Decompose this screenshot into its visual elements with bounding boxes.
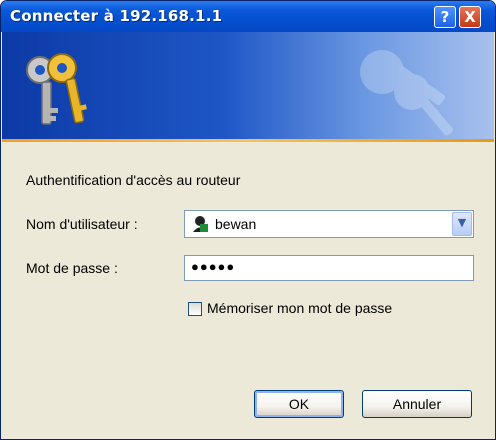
close-icon: X [464,8,476,26]
ok-button[interactable]: OK [254,390,344,418]
window-title: Connecter à 192.168.1.1 [10,7,223,25]
password-value: ●●●●● [191,259,236,274]
username-dropdown-button[interactable]: ▼ [452,212,472,236]
remember-password-checkbox[interactable] [188,302,202,316]
user-icon [193,216,208,232]
close-button[interactable]: X [459,6,481,28]
login-dialog: Connecter à 192.168.1.1 ? X Authentifica… [0,0,496,440]
password-field[interactable]: ●●●●● [184,255,474,281]
username-value: bewan [215,216,257,232]
keys-icon [26,53,87,125]
banner-watermark-keys-icon [360,50,453,136]
auth-prompt-text: Authentification d'accès au routeur [26,172,241,188]
username-combobox[interactable]: bewan ▼ [184,210,474,238]
password-label: Mot de passe : [26,260,118,276]
chevron-down-icon: ▼ [457,216,467,229]
cancel-button[interactable]: Annuler [362,390,472,418]
banner [2,32,494,139]
username-label: Nom d'utilisateur : [26,216,138,232]
title-bar[interactable]: Connecter à 192.168.1.1 ? X [1,1,495,32]
dialog-body: Authentification d'accès au routeur Nom … [2,142,494,439]
help-button[interactable]: ? [434,6,456,28]
banner-graphic [26,50,453,136]
help-icon: ? [440,8,450,26]
remember-password-label[interactable]: Mémoriser mon mot de passe [207,300,392,316]
